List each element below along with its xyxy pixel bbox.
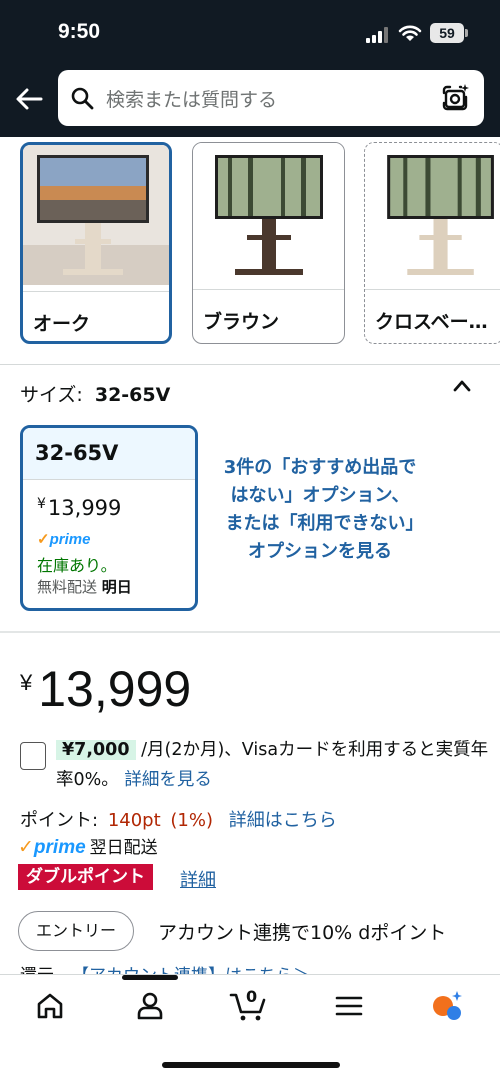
wifi-icon <box>398 25 422 41</box>
search-bar[interactable]: 検索または質問する <box>58 70 484 126</box>
home-indicator <box>162 1062 340 1068</box>
more-options-link[interactable]: 3件の「おすすめ出品ではない」オプション、または「利用できない」オプションを見る <box>222 454 418 566</box>
battery-indicator: 59 <box>430 23 464 43</box>
prime-logo: ✓prime <box>37 530 90 548</box>
currency-symbol: ¥ <box>37 496 46 512</box>
size-card-header: 32-65V <box>23 428 195 480</box>
entry-button[interactable]: エントリー <box>18 911 134 951</box>
size-card-price: ¥13,999 <box>37 496 121 520</box>
size-option-card[interactable]: 32-65V ¥13,999 ✓prime 在庫あり。 無料配送 明日 <box>20 425 198 611</box>
prime-delivery: ✓prime 翌日配送 <box>18 833 158 859</box>
installment-amount: ¥7,000 <box>56 740 136 760</box>
color-option-oak[interactable]: オーク <box>20 142 172 344</box>
battery-tip <box>465 29 468 37</box>
swatch-divider <box>193 289 344 290</box>
back-arrow-icon[interactable] <box>14 84 44 114</box>
points-details-link[interactable]: 詳細はこちら <box>229 810 337 831</box>
cart-tab[interactable]: 0 <box>229 987 269 1023</box>
installment-details-link[interactable]: 詳細を見る <box>124 770 212 790</box>
product-image-oak <box>23 145 169 285</box>
top-bar: 9:50 59 検索または質問する <box>0 0 500 137</box>
color-option-brown[interactable]: ブラウン <box>192 142 345 344</box>
size-card-title: 32-65V <box>35 441 119 465</box>
search-icon <box>71 87 94 110</box>
account-icon[interactable] <box>133 989 167 1023</box>
delivery-text: 翌日配送 <box>89 838 158 858</box>
size-label: サイズ: <box>20 384 83 406</box>
cellular-signal-icon <box>366 27 388 43</box>
points-percent: (1%) <box>170 810 213 831</box>
chevron-up-icon[interactable] <box>452 378 472 394</box>
swatch-divider <box>23 291 169 292</box>
points-value: 140pt <box>107 810 161 831</box>
size-heading: サイズ: 32-65V <box>20 380 170 407</box>
menu-icon[interactable] <box>332 989 366 1023</box>
color-option-cross-beige[interactable]: クロスベー… <box>364 142 500 344</box>
entry-description: アカウント連携で10% dポイント <box>158 922 447 944</box>
prime-check-icon: ✓ <box>18 836 34 858</box>
installment-checkbox[interactable] <box>20 742 46 770</box>
cart-count: 0 <box>246 987 258 1006</box>
points-row: ポイント: 140pt (1%) 詳細はこちら <box>20 806 337 832</box>
rufus-assistant-icon[interactable] <box>430 989 464 1023</box>
installment-offer: ¥7,000 /月(2か月)、Visaカードを利用すると実質年率0%。 詳細を見… <box>56 735 496 795</box>
size-card-price-value: 13,999 <box>47 496 122 520</box>
section-divider <box>0 631 500 633</box>
color-label: オーク <box>33 313 91 335</box>
swatch-divider <box>365 289 500 290</box>
shipping-day: 明日 <box>101 578 132 596</box>
section-divider <box>0 364 500 365</box>
size-selected-value: 32-65V <box>94 384 171 406</box>
color-label: クロスベー… <box>375 311 488 333</box>
price-value: 13,999 <box>38 661 192 717</box>
prime-label: prime <box>49 531 91 548</box>
product-image-cross-beige <box>365 143 500 283</box>
double-points-badge: ダブルポイント <box>18 864 153 890</box>
product-price: ¥13,999 <box>20 660 191 718</box>
stock-status: 在庫あり。 <box>37 556 117 575</box>
tab-indicator <box>122 975 178 980</box>
search-placeholder: 検索または質問する <box>106 89 278 111</box>
product-image-brown <box>193 143 344 283</box>
shipping-info: 無料配送 明日 <box>37 576 132 597</box>
home-icon[interactable] <box>33 989 67 1023</box>
points-label: ポイント: <box>20 810 99 831</box>
camera-search-icon[interactable] <box>440 83 470 113</box>
prime-check-icon: ✓ <box>37 531 50 548</box>
status-time: 9:50 <box>58 20 101 43</box>
color-label: ブラウン <box>203 311 280 333</box>
prime-label: prime <box>33 837 86 858</box>
currency-symbol: ¥ <box>20 670 33 695</box>
double-points-details-link[interactable]: 詳細 <box>180 866 216 892</box>
shipping-label: 無料配送 <box>37 578 98 596</box>
